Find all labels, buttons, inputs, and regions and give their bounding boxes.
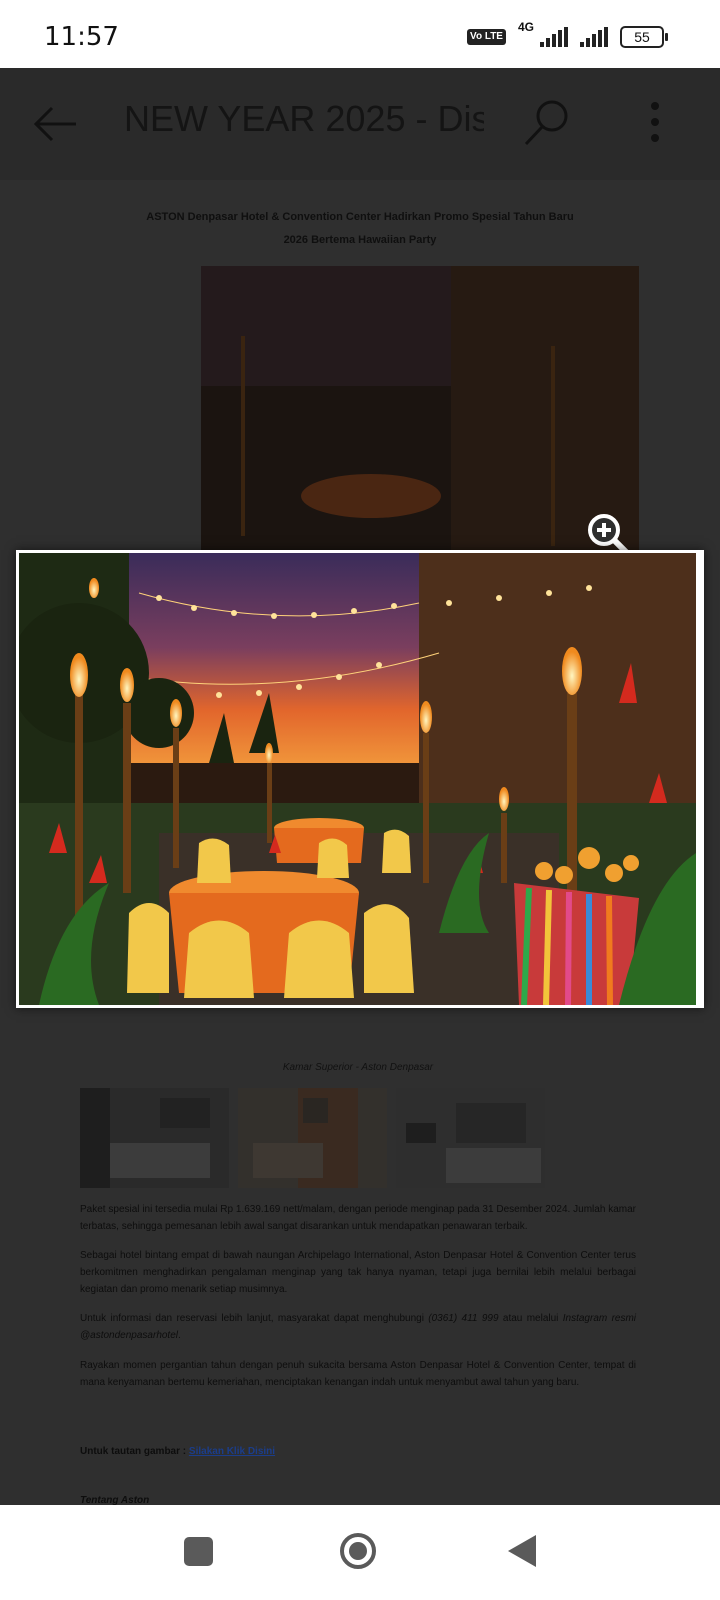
toolbar: NEW YEAR 2025 - Disi xyxy=(0,68,720,180)
room-photo-3[interactable] xyxy=(396,1088,545,1188)
more-options-button[interactable] xyxy=(640,98,670,150)
volte-icon: Vo LTE xyxy=(467,29,506,45)
status-bar: 11:57 Vo LTE 4G 55 xyxy=(0,0,720,68)
more-vertical-icon xyxy=(651,102,659,142)
room-caption: Kamar Superior - Aston Denpasar xyxy=(282,1062,434,1073)
headline-line-1: ASTON Denpasar Hotel & Convention Center… xyxy=(146,211,574,223)
battery-icon: 55 xyxy=(620,26,668,48)
contact-end: . xyxy=(178,1330,181,1341)
room-photo-2[interactable] xyxy=(238,1088,387,1188)
signal-icon xyxy=(540,27,568,47)
page-title: NEW YEAR 2025 - Disi xyxy=(124,98,484,139)
paragraph-about-hotel: Sebagai hotel bintang empat di bawah nau… xyxy=(80,1250,636,1295)
system-nav-bar xyxy=(0,1505,720,1600)
arrow-left-icon xyxy=(33,106,76,142)
search-button[interactable] xyxy=(520,96,574,150)
room-photo-2-image xyxy=(238,1088,387,1188)
contact-phone: (0361) 411 999 xyxy=(428,1313,499,1324)
image-link[interactable]: Silakan Klik Disini xyxy=(189,1446,275,1457)
back-button[interactable] xyxy=(30,98,82,150)
status-time: 11:57 xyxy=(44,22,119,52)
image-link-label: Untuk tautan gambar : xyxy=(80,1446,189,1457)
paragraph-price: Paket spesial ini tersedia mulai Rp 1.63… xyxy=(80,1204,636,1232)
room-photo-1[interactable] xyxy=(80,1088,229,1188)
signal-icon-2 xyxy=(580,27,608,47)
network-type: 4G xyxy=(517,20,534,34)
contact-prefix: Untuk informasi dan reservasi lebih lanj… xyxy=(80,1313,429,1324)
triangle-back-icon[interactable] xyxy=(508,1535,536,1567)
image-link-line: Untuk tautan gambar : Silakan Klik Disin… xyxy=(80,1446,275,1457)
paragraph-closing: Rayakan momen pergantian tahun dengan pe… xyxy=(80,1360,636,1388)
search-icon xyxy=(524,100,568,146)
square-icon[interactable] xyxy=(184,1537,213,1566)
status-icons: Vo LTE 4G 55 xyxy=(467,20,668,48)
zoomed-image-frame[interactable] xyxy=(16,550,704,1008)
party-photo-dim xyxy=(201,266,639,556)
hawaiian-party-illustration xyxy=(19,553,696,1005)
article-headline: ASTON Denpasar Hotel & Convention Center… xyxy=(130,206,590,252)
circle-icon[interactable] xyxy=(340,1533,376,1569)
room-photo-1-image xyxy=(80,1088,229,1188)
contact-mid: atau melalui xyxy=(498,1313,563,1324)
headline-line-2: 2026 Bertema Hawaiian Party xyxy=(283,234,437,246)
paragraph-contact: Untuk informasi dan reservasi lebih lanj… xyxy=(80,1310,636,1344)
zoomed-party-photo xyxy=(19,553,696,1005)
article-photo[interactable] xyxy=(201,266,639,556)
room-photo-3-image xyxy=(396,1088,545,1188)
